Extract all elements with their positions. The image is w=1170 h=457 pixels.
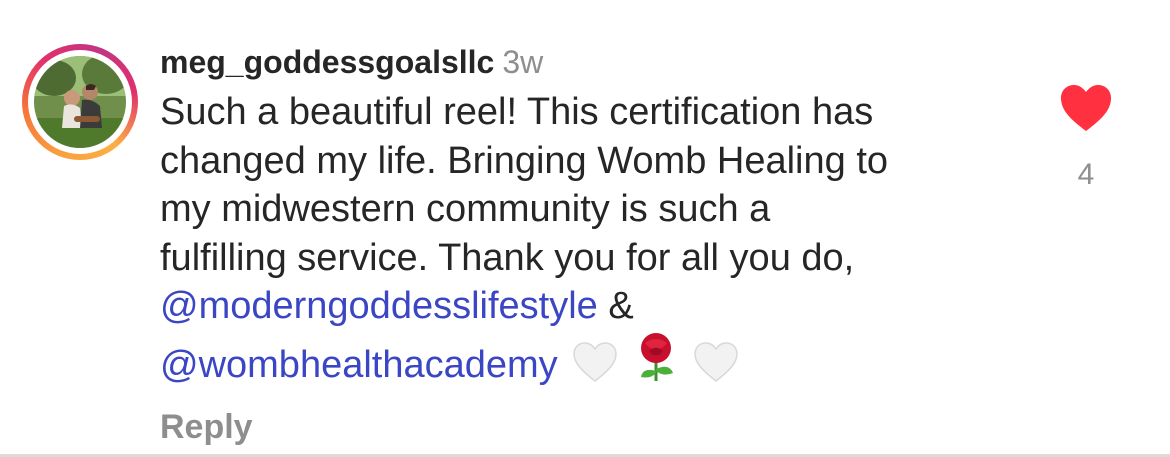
like-button[interactable]	[1058, 82, 1114, 134]
heart-icon	[1061, 85, 1111, 131]
mention-link[interactable]: @moderngoddesslifestyle	[160, 285, 598, 327]
comment-header: meg_goddessgoalsllc 3w	[160, 40, 1040, 84]
comment-line: Such a beautiful reel! This certificatio…	[160, 91, 874, 133]
avatar-photo	[34, 56, 126, 148]
ampersand-text: &	[608, 285, 634, 327]
avatar-ring[interactable]	[22, 44, 138, 160]
like-count[interactable]: 4	[1058, 158, 1114, 192]
comment-timestamp[interactable]: 3w	[502, 44, 543, 80]
avatar[interactable]	[34, 56, 126, 148]
comment-text: Such a beautiful reel! This certificatio…	[160, 88, 1040, 395]
comment-line: changed my life. Bringing Womb Healing t…	[160, 139, 889, 182]
comment-line: @wombhealthacademy	[160, 331, 1040, 396]
white-heart-icon	[693, 341, 739, 396]
rose-icon	[633, 331, 679, 396]
comment-line: @moderngoddesslifestyle &	[160, 282, 1040, 331]
white-heart-icon	[572, 341, 618, 396]
comment-line: fulfilling service. Thank you for all yo…	[160, 236, 855, 279]
mention-link[interactable]: @wombhealthacademy	[160, 344, 558, 386]
comment-line: my midwestern community is such a	[160, 188, 771, 230]
comment: meg_goddessgoalsllc 3w Such a beautiful r…	[160, 40, 1040, 395]
username-link[interactable]: meg_goddessgoalsllc	[160, 44, 494, 80]
reply-button[interactable]: Reply	[160, 408, 253, 447]
